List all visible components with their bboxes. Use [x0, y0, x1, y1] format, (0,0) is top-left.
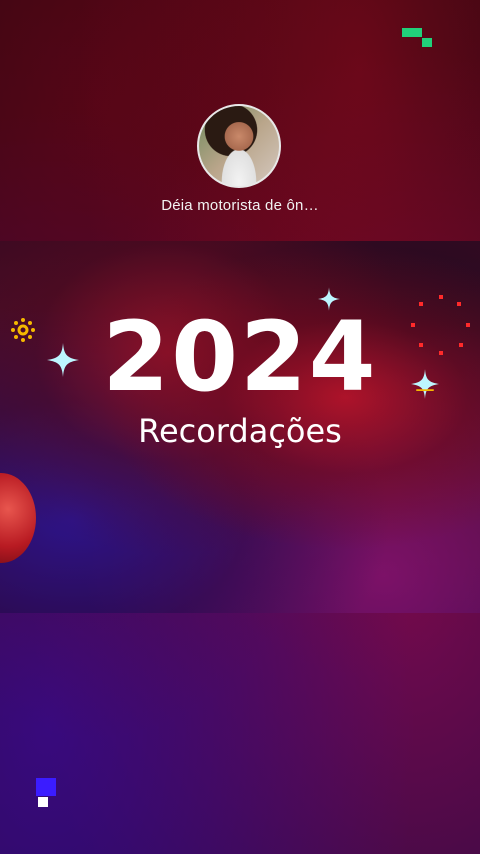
- story-card[interactable]: 2024 Recordações: [0, 241, 480, 613]
- heart-icon: [0, 473, 36, 563]
- story-subtitle: Recordações: [138, 412, 342, 450]
- story-viewer[interactable]: Déia motorista de ôn… 2024 Recordações: [0, 0, 480, 854]
- username-label[interactable]: Déia motorista de ôn…: [0, 197, 480, 214]
- year-title: 2024: [102, 301, 378, 413]
- pixel-logo-icon: [402, 28, 432, 48]
- avatar[interactable]: [197, 104, 281, 188]
- pixel-logo-icon: [36, 778, 56, 808]
